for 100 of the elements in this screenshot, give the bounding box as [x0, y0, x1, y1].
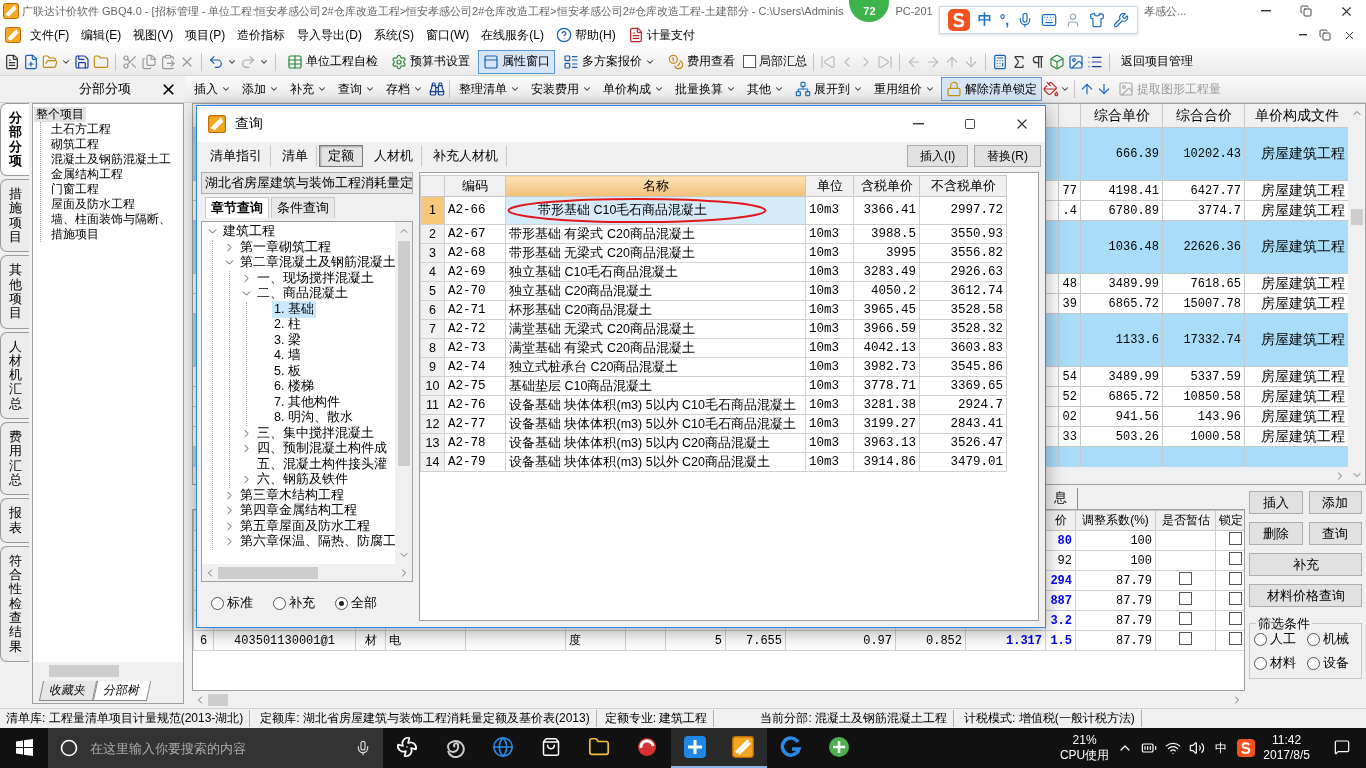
column-header[interactable]: 不含税单价	[919, 175, 1007, 197]
toolbar-button[interactable]: 安装费用	[526, 77, 597, 101]
binoculars-icon[interactable]	[429, 81, 445, 97]
microphone-icon[interactable]	[355, 740, 371, 756]
open-folder-icon[interactable]	[42, 53, 58, 70]
table-cell[interactable]: 满堂基础 有梁式 C20商品混凝土	[505, 338, 806, 358]
tree-item[interactable]: 金属结构工程	[49, 167, 125, 182]
menu-item[interactable]: 文件(F)	[24, 24, 76, 46]
minimize-icon[interactable]	[1299, 34, 1307, 36]
tree-item[interactable]: 5. 板	[272, 362, 303, 380]
tab[interactable]: 条件查询	[271, 197, 335, 218]
scroll-thumb[interactable]	[1350, 209, 1363, 225]
tree-item[interactable]: 墙、柱面装饰与隔断、	[49, 212, 173, 227]
tree-item[interactable]: 8. 明沟、散水	[272, 409, 355, 427]
panel-tab[interactable]: 收藏夹	[38, 681, 98, 701]
menu-item[interactable]: 编辑(E)	[75, 24, 128, 46]
menu-item[interactable]: 导入导出(D)	[291, 24, 368, 46]
panel-button[interactable]: 插入	[1249, 491, 1303, 514]
calculator-icon[interactable]	[992, 53, 1008, 70]
checkbox[interactable]	[1229, 552, 1242, 565]
tab[interactable]: 清单指引	[201, 145, 271, 167]
toolbar-button[interactable]: 解除清单锁定	[941, 77, 1042, 101]
toolbar-button[interactable]: 整理清单	[454, 77, 525, 101]
pilcrow-icon[interactable]	[1030, 53, 1046, 70]
tree-item[interactable]: 建筑工程	[221, 223, 277, 241]
table-cell[interactable]: 带形基础 C10毛石商品混凝土	[505, 196, 806, 225]
table-cell[interactable]: 满堂基础 无梁式 C20商品混凝土	[505, 319, 806, 339]
new-file-icon[interactable]	[4, 53, 20, 70]
side-tab[interactable]: 人材机汇总	[0, 331, 29, 420]
tree-item[interactable]: 门窗工程	[49, 182, 101, 197]
toolbar-button[interactable]: 预算书设置	[386, 49, 475, 74]
side-tab[interactable]: 符合性检查结果	[0, 545, 29, 662]
table-cell[interactable]: 设备基础 块体体积(m3) 5以外 C10毛石商品混凝土	[505, 414, 806, 434]
tree-item[interactable]: 第五章屋面及防水工程	[238, 517, 372, 535]
checkbox[interactable]	[1179, 612, 1192, 625]
cube-icon[interactable]	[1049, 53, 1065, 70]
paint-bucket-icon[interactable]	[1043, 81, 1059, 97]
search-field[interactable]: 在这里输入你要搜索的内容	[88, 739, 345, 757]
column-header[interactable]: 名称	[505, 175, 806, 197]
menu-item[interactable]: 项目(P)	[179, 24, 232, 46]
keyboard-icon[interactable]	[1041, 12, 1058, 28]
checkbox[interactable]	[1229, 572, 1242, 585]
toolbar-button[interactable]: 插入	[189, 77, 236, 101]
wifi-icon[interactable]	[1165, 740, 1182, 756]
table-cell[interactable]: 杯形基础 C20商品混凝土	[505, 300, 806, 320]
checkbox[interactable]	[1179, 572, 1192, 585]
horizontal-scrollbar[interactable]	[33, 662, 183, 679]
toolbar-button[interactable]: 存档	[381, 77, 428, 101]
radio-button[interactable]	[335, 596, 348, 610]
radio-button[interactable]	[1306, 656, 1320, 670]
panel-button[interactable]: 添加	[1308, 491, 1362, 514]
horizontal-scrollbar[interactable]	[202, 564, 412, 581]
tree-item[interactable]: 第四章金属结构工程	[238, 502, 359, 520]
taskbar-app[interactable]	[671, 728, 719, 768]
battery-icon[interactable]	[1141, 740, 1158, 756]
toolbar-button[interactable]: 其他	[742, 77, 789, 101]
scroll-thumb[interactable]	[208, 693, 228, 706]
scroll-thumb[interactable]	[49, 664, 119, 677]
table-cell[interactable]: 独立基础 C20商品混凝土	[505, 281, 806, 301]
menu-item[interactable]: 窗口(W)	[420, 24, 476, 46]
column-header[interactable]: 编码	[444, 175, 506, 197]
function-icon[interactable]	[1011, 53, 1027, 70]
tree-item[interactable]: 4. 墙	[272, 347, 303, 365]
panel-button[interactable]: 补充	[1249, 553, 1362, 576]
side-tab[interactable]: 报表	[0, 498, 29, 543]
checkbox[interactable]	[1229, 592, 1242, 605]
toolbar-button[interactable]: 添加	[237, 77, 284, 101]
table-cell[interactable]: 独立式桩承台 C20商品混凝土	[505, 357, 806, 377]
checkbox[interactable]	[1179, 592, 1192, 605]
ime-indicator[interactable]: 中	[1215, 739, 1228, 757]
toolbar-button[interactable]: 属性窗口	[478, 49, 555, 74]
side-tab[interactable]: 分部分项	[0, 103, 29, 177]
tree-item[interactable]: 三、集中搅拌混凝土	[255, 424, 376, 442]
menu-item[interactable]: 在线服务(L)	[475, 24, 550, 46]
panel-tab[interactable]: 分部树	[92, 681, 152, 701]
radio-option[interactable]: 材料	[1254, 654, 1305, 672]
tree-item[interactable]: 2. 柱	[272, 316, 303, 334]
tree-item[interactable]: 第一章砌筑工程	[238, 238, 333, 256]
tab[interactable]: 章节查询	[205, 197, 269, 218]
toolbar-button[interactable]: 重用组价	[869, 77, 940, 101]
clock-date[interactable]: 2017/8/5	[1263, 748, 1310, 763]
library-dropdown[interactable]: 湖北省房屋建筑与装饰工程消耗量定	[201, 172, 413, 194]
tree-item[interactable]: 混凝土及钢筋混凝土工	[49, 152, 173, 167]
save-icon[interactable]	[74, 53, 90, 70]
table-cell[interactable]: 设备基础 块体体积(m3) 5以内 C20商品混凝土	[505, 433, 806, 453]
tab[interactable]: 定额	[319, 145, 363, 167]
side-tab[interactable]: 措施项目	[0, 179, 29, 253]
table-cell[interactable]: 带形基础 无梁式 C20商品混凝土	[505, 243, 806, 263]
toolbar-button[interactable]: 单价构成	[598, 77, 669, 101]
tree-item[interactable]: 五、混凝土构件接头灌	[255, 455, 389, 473]
tab[interactable]: 人材机	[365, 145, 422, 167]
speaker-icon[interactable]	[1189, 740, 1206, 756]
tree-item[interactable]: 1. 基础	[272, 300, 316, 318]
taskbar-app[interactable]	[719, 728, 767, 768]
row-number[interactable]: 1	[420, 196, 445, 225]
tree-item[interactable]: 屋面及防水工程	[49, 197, 137, 212]
checkbox[interactable]	[1229, 632, 1242, 645]
action-button[interactable]: 插入(I)	[907, 145, 969, 167]
table-cell[interactable]: 基础垫层 C10商品混凝土	[505, 376, 806, 396]
radio-button[interactable]	[211, 596, 224, 610]
